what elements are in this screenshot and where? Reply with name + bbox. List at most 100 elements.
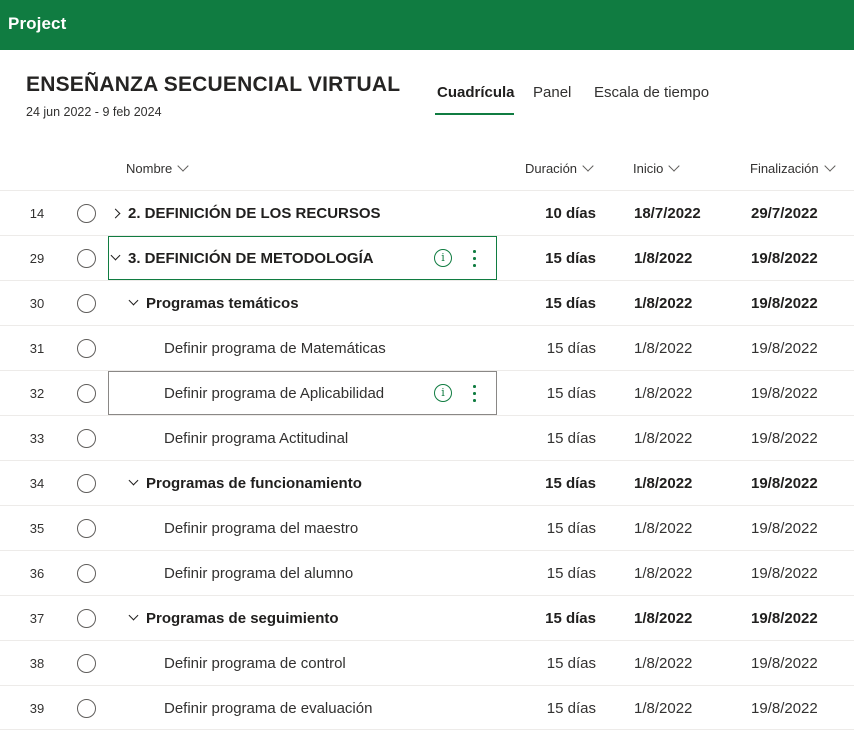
task-duration[interactable]: 15 días <box>547 551 596 596</box>
tab-grid[interactable]: Cuadrícula <box>437 84 515 101</box>
task-row[interactable]: 38 Definir programa de control 15 días 1/8/… <box>0 640 854 685</box>
task-duration[interactable]: 10 días <box>545 191 596 236</box>
task-name[interactable]: Definir programa de Matemáticas <box>164 326 386 371</box>
chevron-down-icon <box>582 160 594 172</box>
column-header-label: Duración <box>525 161 578 176</box>
task-duration[interactable]: 15 días <box>545 596 596 641</box>
task-start[interactable]: 1/8/2022 <box>634 281 692 326</box>
more-vertical-icon[interactable] <box>468 248 480 268</box>
task-row[interactable]: 30 Programas temáticos 15 días 1/8/2022 19/8… <box>0 280 854 325</box>
task-name[interactable]: Definir programa del maestro <box>164 506 358 551</box>
tab-timeline[interactable]: Escala de tiempo <box>594 84 709 101</box>
task-start[interactable]: 1/8/2022 <box>634 416 692 461</box>
task-duration[interactable]: 15 días <box>547 326 596 371</box>
task-duration[interactable]: 15 días <box>545 461 596 506</box>
row-number: 36 <box>29 566 45 581</box>
circle-check-icon[interactable] <box>77 249 96 268</box>
circle-check-icon[interactable] <box>77 654 96 673</box>
task-start[interactable]: 1/8/2022 <box>634 596 692 641</box>
task-finish[interactable]: 19/8/2022 <box>751 281 818 326</box>
task-finish[interactable]: 19/8/2022 <box>751 596 818 641</box>
task-row[interactable]: 29 3. DEFINICIÓN DE METODOLOGÍA i 15 días 1/… <box>0 235 854 280</box>
info-icon[interactable]: i <box>434 384 452 402</box>
task-row[interactable]: 14 2. DEFINICIÓN DE LOS RECURSOS 10 días 18… <box>0 190 854 235</box>
column-header-finish[interactable]: Finalización <box>750 160 836 176</box>
task-finish[interactable]: 19/8/2022 <box>751 641 818 686</box>
chevron-down-icon[interactable] <box>110 250 121 261</box>
task-start[interactable]: 1/8/2022 <box>634 236 692 281</box>
task-duration[interactable]: 15 días <box>547 641 596 686</box>
task-name[interactable]: 2. DEFINICIÓN DE LOS RECURSOS <box>128 191 381 236</box>
chevron-right-icon[interactable] <box>110 208 121 219</box>
circle-check-icon[interactable] <box>77 429 96 448</box>
task-finish[interactable]: 19/8/2022 <box>751 686 818 731</box>
circle-check-icon[interactable] <box>77 339 96 358</box>
task-row[interactable]: 37 Programas de seguimiento 15 días 1/8/202… <box>0 595 854 640</box>
task-finish[interactable]: 19/8/2022 <box>751 326 818 371</box>
app-title[interactable]: Project <box>8 14 66 34</box>
task-row[interactable]: 39 Definir programa de evaluación 15 días 1… <box>0 685 854 730</box>
column-header-label: Finalización <box>750 161 819 176</box>
circle-check-icon[interactable] <box>77 564 96 583</box>
circle-check-icon[interactable] <box>77 474 96 493</box>
circle-check-icon[interactable] <box>77 294 96 313</box>
task-row[interactable]: 33 Definir programa Actitudinal 15 días 1/8… <box>0 415 854 460</box>
row-number: 35 <box>29 521 45 536</box>
task-finish[interactable]: 19/8/2022 <box>751 236 818 281</box>
task-start[interactable]: 1/8/2022 <box>634 506 692 551</box>
task-duration[interactable]: 15 días <box>547 686 596 731</box>
column-header-start[interactable]: Inicio <box>633 160 681 176</box>
more-dot <box>473 399 476 402</box>
task-finish[interactable]: 29/7/2022 <box>751 191 818 236</box>
task-row[interactable]: 36 Definir programa del alumno 15 días 1/8/… <box>0 550 854 595</box>
column-header-name[interactable]: Nombre <box>126 160 189 176</box>
chevron-down-icon[interactable] <box>128 610 139 621</box>
row-number: 30 <box>29 296 45 311</box>
circle-check-icon[interactable] <box>77 699 96 718</box>
task-name[interactable]: Programas de seguimiento <box>146 596 339 641</box>
task-finish[interactable]: 19/8/2022 <box>751 371 818 416</box>
task-start[interactable]: 18/7/2022 <box>634 191 701 236</box>
column-header-label: Nombre <box>126 161 173 176</box>
task-start[interactable]: 1/8/2022 <box>634 551 692 596</box>
task-finish[interactable]: 19/8/2022 <box>751 461 818 506</box>
task-start[interactable]: 1/8/2022 <box>634 461 692 506</box>
task-name[interactable]: Definir programa de evaluación <box>164 686 372 731</box>
info-icon[interactable]: i <box>434 249 452 267</box>
task-name[interactable]: Programas de funcionamiento <box>146 461 362 506</box>
more-dot <box>473 385 476 388</box>
row-number: 31 <box>29 341 45 356</box>
task-name[interactable]: Programas temáticos <box>146 281 299 326</box>
task-name[interactable]: 3. DEFINICIÓN DE METODOLOGÍA <box>128 236 374 281</box>
task-finish[interactable]: 19/8/2022 <box>751 551 818 596</box>
task-row[interactable]: 34 Programas de funcionamiento 15 días 1/8/… <box>0 460 854 505</box>
task-start[interactable]: 1/8/2022 <box>634 686 692 731</box>
tab-board[interactable]: Panel <box>533 84 571 101</box>
task-row[interactable]: 32 Definir programa de Aplicabilidad i 15 d… <box>0 370 854 415</box>
task-finish[interactable]: 19/8/2022 <box>751 416 818 461</box>
task-duration[interactable]: 15 días <box>545 281 596 326</box>
task-name[interactable]: Definir programa del alumno <box>164 551 353 596</box>
task-row[interactable]: 35 Definir programa del maestro 15 días 1/8… <box>0 505 854 550</box>
task-duration[interactable]: 15 días <box>547 506 596 551</box>
task-name[interactable]: Definir programa de control <box>164 641 346 686</box>
task-start[interactable]: 1/8/2022 <box>634 326 692 371</box>
task-finish[interactable]: 19/8/2022 <box>751 506 818 551</box>
task-row[interactable]: 31 Definir programa de Matemáticas 15 días… <box>0 325 854 370</box>
task-start[interactable]: 1/8/2022 <box>634 641 692 686</box>
chevron-down-icon[interactable] <box>128 475 139 486</box>
chevron-down-icon[interactable] <box>128 295 139 306</box>
task-start[interactable]: 1/8/2022 <box>634 371 692 416</box>
task-duration[interactable]: 15 días <box>545 236 596 281</box>
circle-check-icon[interactable] <box>77 204 96 223</box>
task-duration[interactable]: 15 días <box>547 416 596 461</box>
circle-check-icon[interactable] <box>77 609 96 628</box>
project-title[interactable]: ENSEÑANZA SECUENCIAL VIRTUAL <box>26 73 400 97</box>
more-vertical-icon[interactable] <box>468 383 480 403</box>
circle-check-icon[interactable] <box>77 384 96 403</box>
column-header-duration[interactable]: Duración <box>525 160 594 176</box>
task-name[interactable]: Definir programa Actitudinal <box>164 416 348 461</box>
task-duration[interactable]: 15 días <box>547 371 596 416</box>
task-name[interactable]: Definir programa de Aplicabilidad <box>164 371 384 416</box>
circle-check-icon[interactable] <box>77 519 96 538</box>
